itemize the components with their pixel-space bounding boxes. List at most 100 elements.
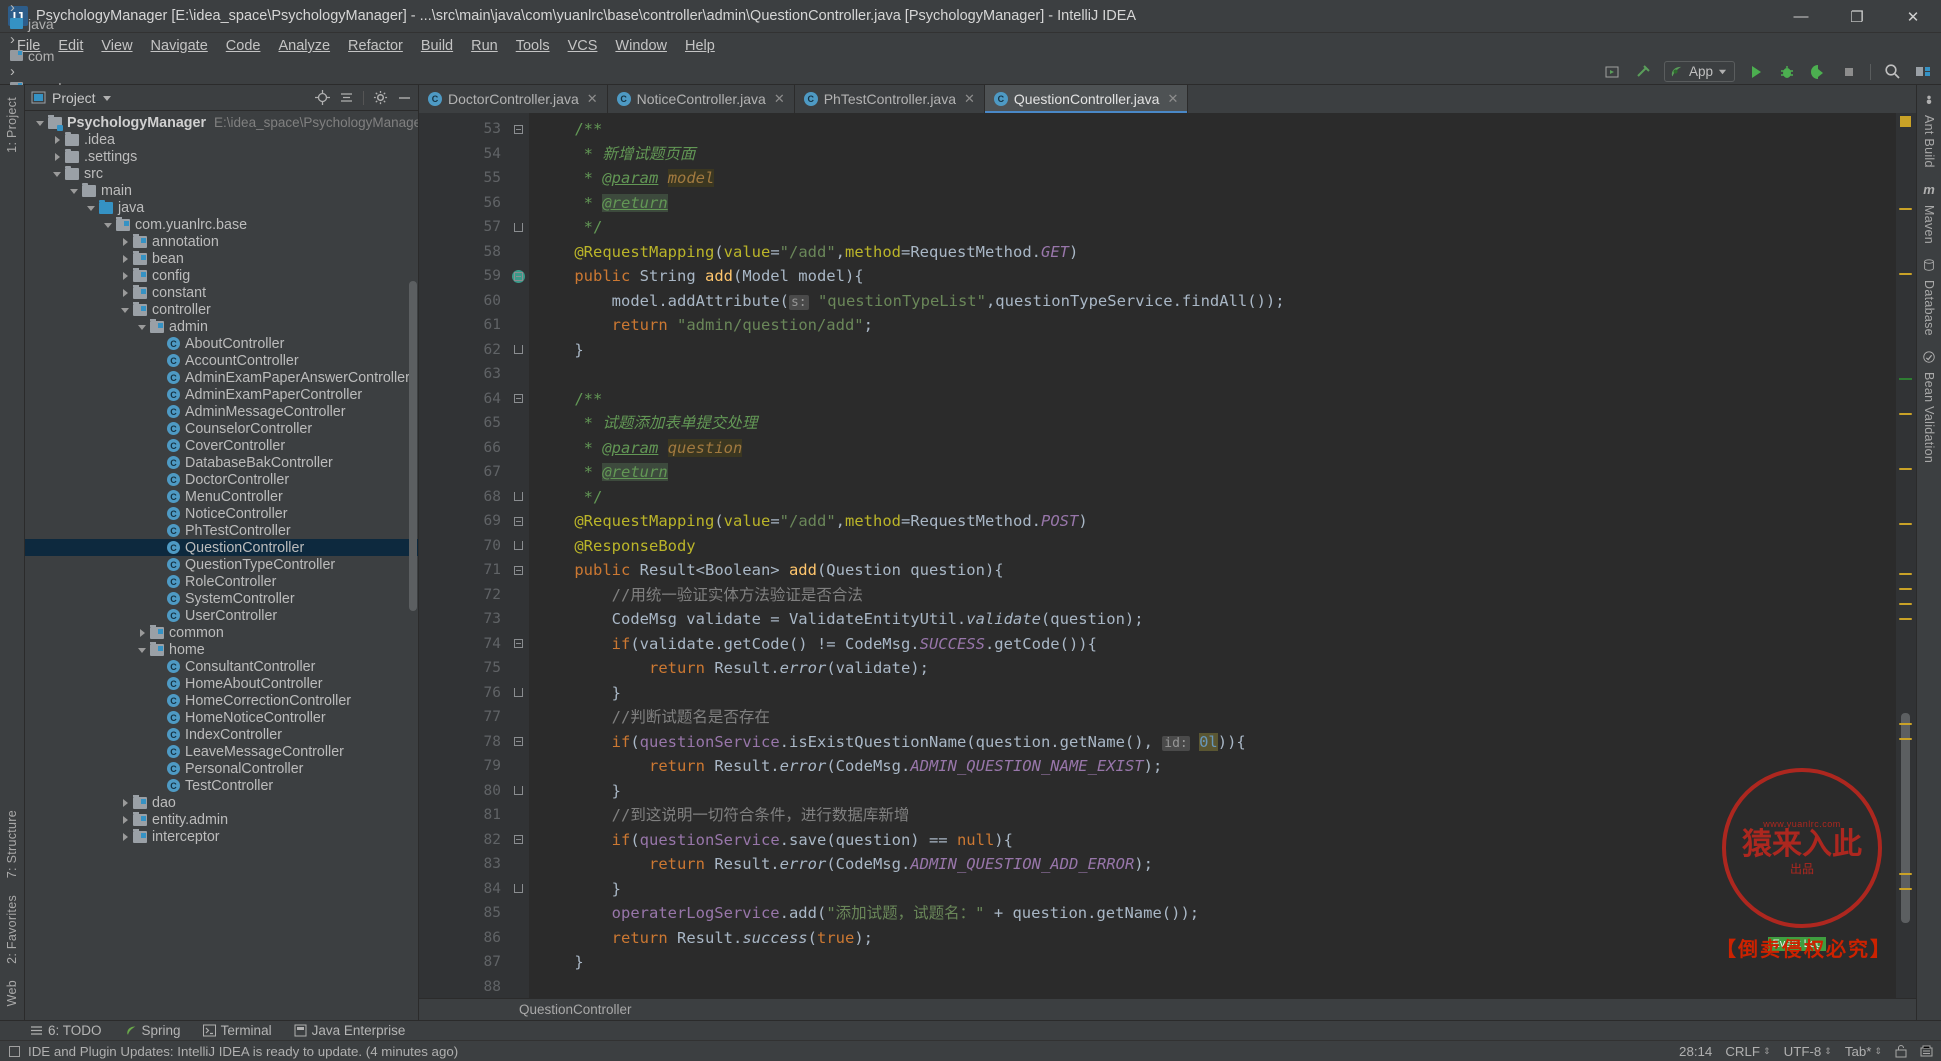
chevron-right-icon[interactable] — [120, 287, 131, 298]
close-icon[interactable]: ✕ — [964, 91, 975, 107]
line-number[interactable]: 68 — [419, 485, 507, 510]
run-configuration-selector[interactable]: App — [1664, 61, 1735, 82]
toolwindow-todo[interactable]: 6: TODO — [30, 1023, 102, 1038]
fold-toggle[interactable] — [507, 215, 529, 240]
chevron-right-icon[interactable] — [52, 134, 63, 145]
fold-end-icon[interactable] — [514, 884, 523, 893]
line-number[interactable]: 64 — [419, 387, 507, 412]
minimize-button[interactable]: — — [1773, 0, 1829, 33]
code-line[interactable]: @RequestMapping(value="/add",method=Requ… — [529, 509, 1896, 534]
line-number[interactable]: 58 — [419, 240, 507, 265]
chevron-down-icon[interactable] — [120, 304, 131, 315]
chevron-down-icon[interactable] — [137, 644, 148, 655]
encoding-selector[interactable]: UTF-8 ⇕ — [1784, 1044, 1832, 1059]
chevron-right-icon[interactable] — [120, 831, 131, 842]
notification-icon[interactable] — [8, 1045, 21, 1058]
tree-node-home[interactable]: home — [25, 641, 418, 658]
minimap-warning-mark[interactable] — [1899, 413, 1912, 415]
line-number[interactable]: 79 — [419, 754, 507, 779]
fold-toggle[interactable] — [507, 117, 529, 142]
line-number[interactable]: 66 — [419, 436, 507, 461]
tree-node-psychologymanager[interactable]: PsychologyManagerE:\idea_space\Psycholog… — [25, 114, 418, 131]
code-line[interactable] — [529, 362, 1896, 387]
editor-tab-doctorcontroller-java[interactable]: CDoctorController.java✕ — [419, 85, 608, 113]
fold-end-icon[interactable] — [514, 345, 523, 354]
tree-node-covercontroller[interactable]: CCoverController — [25, 437, 418, 454]
code-line[interactable]: //判断试题名是否存在 — [529, 705, 1896, 730]
tree-node-rolecontroller[interactable]: CRoleController — [25, 573, 418, 590]
editor-tab-questioncontroller-java[interactable]: CQuestionController.java✕ — [985, 85, 1188, 113]
fold-collapse-icon[interactable] — [514, 835, 523, 844]
chevron-right-icon[interactable] — [120, 253, 131, 264]
editor-bottom-breadcrumb[interactable]: QuestionController — [419, 998, 1916, 1020]
line-separator-selector[interactable]: CRLF ⇕ — [1725, 1044, 1770, 1059]
line-number[interactable]: 60 — [419, 289, 507, 314]
fold-end-icon[interactable] — [514, 786, 523, 795]
tree-node-menucontroller[interactable]: CMenuController — [25, 488, 418, 505]
tree-node-adminmessagecontroller[interactable]: CAdminMessageController — [25, 403, 418, 420]
menu-tools[interactable]: Tools — [507, 35, 559, 57]
fold-toggle[interactable] — [507, 632, 529, 657]
fold-toggle[interactable] — [507, 558, 529, 583]
tree-node-constant[interactable]: constant — [25, 284, 418, 301]
toolwindow-spring[interactable]: Spring — [124, 1023, 181, 1038]
chevron-right-icon[interactable] — [120, 814, 131, 825]
tree-node-homecorrectioncontroller[interactable]: CHomeCorrectionController — [25, 692, 418, 709]
minimap-warning-mark[interactable] — [1899, 723, 1912, 725]
line-number[interactable]: 65 — [419, 411, 507, 436]
tree-node-controller[interactable]: controller — [25, 301, 418, 318]
tree-node-main[interactable]: main — [25, 182, 418, 199]
tree-node-doctorcontroller[interactable]: CDoctorController — [25, 471, 418, 488]
fold-toggle[interactable] — [507, 534, 529, 559]
minimap-warning-mark[interactable] — [1899, 273, 1912, 275]
close-button[interactable]: ✕ — [1885, 0, 1941, 33]
code-line[interactable]: //到这说明一切符合条件，进行数据库新增 — [529, 803, 1896, 828]
tree-node-questioncontroller[interactable]: CQuestionController — [25, 539, 418, 556]
chevron-right-icon[interactable] — [137, 627, 148, 638]
code-line[interactable]: */ — [529, 485, 1896, 510]
tree-node-aboutcontroller[interactable]: CAboutController — [25, 335, 418, 352]
tree-node-admin[interactable]: admin — [25, 318, 418, 335]
line-number[interactable]: 72 — [419, 583, 507, 608]
tree-node-databasebakcontroller[interactable]: CDatabaseBakController — [25, 454, 418, 471]
minimap-warning-mark[interactable] — [1899, 888, 1912, 890]
code-line[interactable]: return Result.error(validate); — [529, 656, 1896, 681]
tree-node-homeaboutcontroller[interactable]: CHomeAboutController — [25, 675, 418, 692]
toolwindow-terminal[interactable]: Terminal — [203, 1023, 272, 1038]
minimap-warning-mark[interactable] — [1899, 738, 1912, 740]
tree-node-config[interactable]: config — [25, 267, 418, 284]
minimap-warning-mark[interactable] — [1899, 603, 1912, 605]
code-line[interactable]: * @return — [529, 191, 1896, 216]
code-folding-column[interactable] — [507, 113, 529, 998]
chevron-down-icon[interactable] — [137, 321, 148, 332]
line-number[interactable]: 74 — [419, 632, 507, 657]
menu-refactor[interactable]: Refactor — [339, 35, 412, 57]
code-line[interactable]: } — [529, 681, 1896, 706]
line-number[interactable]: 73 — [419, 607, 507, 632]
project-tree[interactable]: PsychologyManagerE:\idea_space\Psycholog… — [25, 111, 418, 1020]
code-line[interactable]: return "admin/question/add"; — [529, 313, 1896, 338]
close-icon[interactable]: ✕ — [1167, 91, 1178, 107]
error-stripe-minimap[interactable] — [1896, 113, 1916, 998]
line-number[interactable]: 62 — [419, 338, 507, 363]
hide-icon[interactable] — [397, 90, 412, 105]
code-line[interactable]: */ — [529, 215, 1896, 240]
line-number[interactable]: 55 — [419, 166, 507, 191]
locate-icon[interactable] — [315, 90, 330, 105]
code-line[interactable]: * 新增试题页面 — [529, 142, 1896, 167]
minimap-info-mark[interactable] — [1899, 378, 1912, 380]
line-number[interactable]: 84 — [419, 877, 507, 902]
chevron-down-icon[interactable] — [69, 185, 80, 196]
code-line[interactable]: if(validate.getCode() != CodeMsg.SUCCESS… — [529, 632, 1896, 657]
line-number[interactable]: 76 — [419, 681, 507, 706]
fold-toggle[interactable] — [507, 877, 529, 902]
code-line[interactable]: /** — [529, 117, 1896, 142]
tree-node--idea[interactable]: .idea — [25, 131, 418, 148]
code-line[interactable]: /** — [529, 387, 1896, 412]
tree-node-entity-admin[interactable]: entity.admin — [25, 811, 418, 828]
chevron-down-icon[interactable] — [102, 93, 112, 103]
fold-collapse-icon[interactable] — [514, 639, 523, 648]
tree-node-usercontroller[interactable]: CUserController — [25, 607, 418, 624]
sidebar-item-web[interactable]: Web — [5, 972, 19, 1014]
tree-node-leavemessagecontroller[interactable]: CLeaveMessageController — [25, 743, 418, 760]
